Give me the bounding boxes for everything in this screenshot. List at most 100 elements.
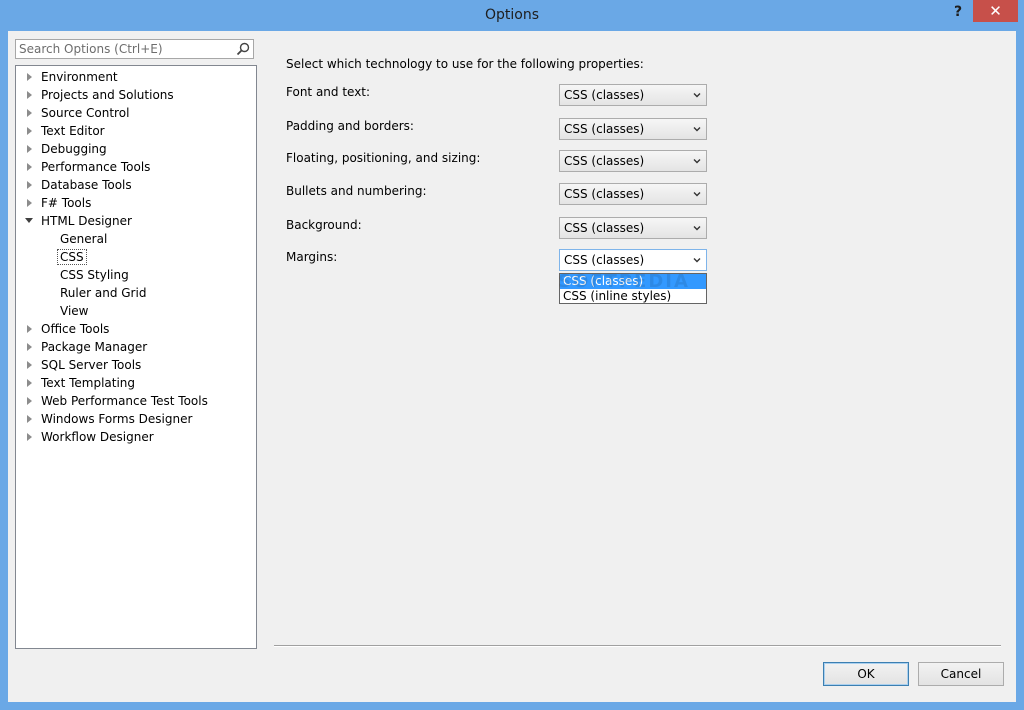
tree-item-web-performance-test-tools[interactable]: Web Performance Test Tools [27, 392, 208, 410]
tree-item-ruler-and-grid[interactable]: Ruler and Grid [60, 284, 146, 302]
tree-item-label: Package Manager [41, 340, 148, 354]
expand-arrow-icon[interactable] [27, 325, 32, 333]
expand-arrow-icon[interactable] [27, 127, 32, 135]
tree-item-label: Text Templating [41, 376, 136, 390]
help-button[interactable]: ? [943, 2, 973, 22]
title-bar[interactable]: Options ? ✕ [0, 0, 1024, 31]
tree-item-fsharp-tools[interactable]: F# Tools [27, 194, 92, 212]
tree-item-text-editor[interactable]: Text Editor [27, 122, 105, 140]
tree-item-label: Office Tools [41, 322, 110, 336]
settings-panel: Select which technology to use for the f… [274, 31, 1016, 651]
expand-arrow-icon[interactable] [27, 415, 32, 423]
separator [274, 645, 1001, 647]
tree-item-css[interactable]: CSS [57, 248, 87, 266]
margins-select[interactable]: CSS (classes) [559, 249, 707, 271]
search-box[interactable] [15, 39, 254, 59]
tree-item-label: General [60, 232, 108, 246]
tree-item-office-tools[interactable]: Office Tools [27, 320, 110, 338]
tree-item-label: Text Editor [41, 124, 105, 138]
select-value: CSS (classes) [564, 122, 645, 136]
tree-item-label: F# Tools [41, 196, 92, 210]
tree-item-environment[interactable]: Environment [27, 68, 118, 86]
margins-dropdown-list: CSS (classes) CSS (inline styles) [559, 273, 707, 304]
tree-item-label: Web Performance Test Tools [41, 394, 208, 408]
select-value: CSS (classes) [564, 88, 645, 102]
expand-arrow-icon[interactable] [27, 73, 32, 81]
background-label: Background: [286, 218, 362, 232]
tree-item-label: CSS [57, 249, 87, 265]
tree-item-text-templating[interactable]: Text Templating [27, 374, 136, 392]
tree-item-debugging[interactable]: Debugging [27, 140, 107, 158]
panel-intro: Select which technology to use for the f… [286, 57, 644, 71]
search-input[interactable] [19, 41, 229, 57]
tree-item-label: Ruler and Grid [60, 286, 147, 300]
tree-item-label: SQL Server Tools [41, 358, 142, 372]
tree-item-package-manager[interactable]: Package Manager [27, 338, 148, 356]
expand-arrow-icon[interactable] [27, 199, 32, 207]
window-title: Options [484, 7, 540, 23]
tree-item-label: CSS Styling [60, 268, 129, 282]
tree-item-html-designer[interactable]: HTML Designer [25, 212, 132, 230]
chevron-down-icon [693, 127, 701, 132]
padding-and-borders-select[interactable]: CSS (classes) [559, 118, 707, 140]
tree-item-label: Environment [41, 70, 118, 84]
expand-arrow-icon[interactable] [27, 397, 32, 405]
tree-item-workflow-designer[interactable]: Workflow Designer [27, 428, 154, 446]
expand-arrow-icon[interactable] [27, 343, 32, 351]
padding-and-borders-label: Padding and borders: [286, 119, 414, 133]
expand-arrow-icon[interactable] [27, 181, 32, 189]
dropdown-option-css-classes[interactable]: CSS (classes) [560, 274, 706, 289]
tree-item-css-styling[interactable]: CSS Styling [60, 266, 129, 284]
select-value: CSS (classes) [564, 154, 645, 168]
tree-item-label: Workflow Designer [41, 430, 154, 444]
bullets-and-numbering-select[interactable]: CSS (classes) [559, 183, 707, 205]
tree-item-label: HTML Designer [41, 214, 132, 228]
expand-arrow-icon[interactable] [27, 163, 32, 171]
bullets-and-numbering-label: Bullets and numbering: [286, 184, 427, 198]
chevron-down-icon [693, 192, 701, 197]
dropdown-option-css-inline-styles[interactable]: CSS (inline styles) [560, 289, 706, 304]
expand-arrow-icon[interactable] [27, 379, 32, 387]
floating-positioning-sizing-select[interactable]: CSS (classes) [559, 150, 707, 172]
tree-item-source-control[interactable]: Source Control [27, 104, 130, 122]
chevron-down-icon [693, 159, 701, 164]
tree-item-label: Source Control [41, 106, 130, 120]
tree-item-projects-and-solutions[interactable]: Projects and Solutions [27, 86, 174, 104]
tree-item-label: Windows Forms Designer [41, 412, 193, 426]
tree-item-label: Database Tools [41, 178, 132, 192]
tree-item-database-tools[interactable]: Database Tools [27, 176, 132, 194]
collapse-arrow-icon[interactable] [25, 218, 33, 223]
floating-positioning-sizing-label: Floating, positioning, and sizing: [286, 151, 481, 165]
ok-button[interactable]: OK [823, 662, 909, 686]
tree-item-label: Performance Tools [41, 160, 151, 174]
options-tree[interactable]: Environment Projects and Solutions Sourc… [15, 65, 257, 649]
expand-arrow-icon[interactable] [27, 109, 32, 117]
chevron-down-icon [693, 226, 701, 231]
select-value: CSS (classes) [564, 221, 645, 235]
expand-arrow-icon[interactable] [27, 361, 32, 369]
font-and-text-label: Font and text: [286, 85, 371, 99]
cancel-button[interactable]: Cancel [918, 662, 1004, 686]
options-window: Options ? ✕ Environment Projects and Sol… [0, 0, 1024, 710]
select-value: CSS (classes) [564, 253, 645, 267]
tree-item-label: Debugging [41, 142, 107, 156]
tree-item-label: View [60, 304, 89, 318]
tree-item-performance-tools[interactable]: Performance Tools [27, 158, 151, 176]
font-and-text-select[interactable]: CSS (classes) [559, 84, 707, 106]
dialog-client: Environment Projects and Solutions Sourc… [8, 31, 1016, 702]
background-select[interactable]: CSS (classes) [559, 217, 707, 239]
search-icon[interactable] [236, 42, 250, 56]
margins-label: Margins: [286, 250, 338, 264]
expand-arrow-icon[interactable] [27, 91, 32, 99]
expand-arrow-icon[interactable] [27, 145, 32, 153]
tree-item-general[interactable]: General [60, 230, 107, 248]
close-button[interactable]: ✕ [973, 0, 1018, 22]
tree-item-windows-forms-designer[interactable]: Windows Forms Designer [27, 410, 193, 428]
tree-item-sql-server-tools[interactable]: SQL Server Tools [27, 356, 142, 374]
expand-arrow-icon[interactable] [27, 433, 32, 441]
chevron-down-icon [693, 258, 701, 263]
tree-item-label: Projects and Solutions [41, 88, 174, 102]
chevron-down-icon [693, 93, 701, 98]
tree-item-view[interactable]: View [60, 302, 88, 320]
select-value: CSS (classes) [564, 187, 645, 201]
